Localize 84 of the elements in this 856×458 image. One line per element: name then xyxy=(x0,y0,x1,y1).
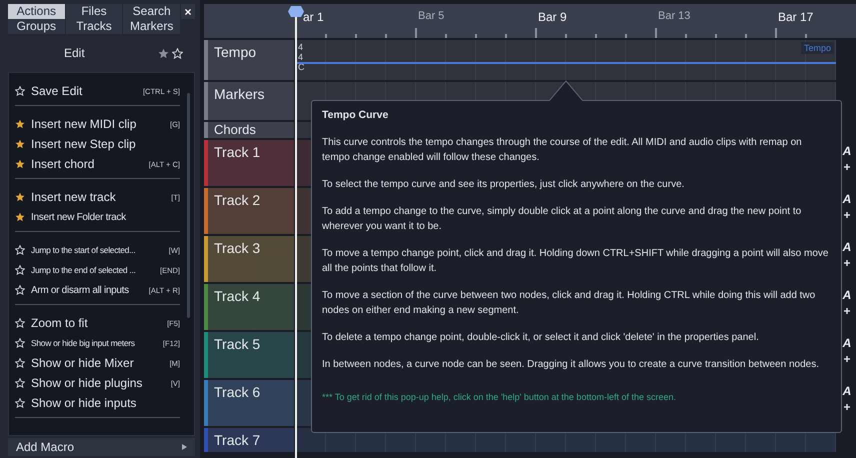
edit-label: Edit xyxy=(64,46,86,60)
track-header[interactable]: Track 7 xyxy=(204,428,294,452)
automation-button[interactable]: A xyxy=(842,192,852,206)
action-item[interactable]: Save Edit xyxy=(31,84,137,98)
tab[interactable]: Markers xyxy=(123,19,180,34)
action-item[interactable]: Insert new Folder track xyxy=(31,212,180,222)
popup-title: Tempo Curve xyxy=(322,108,390,123)
action-item[interactable]: Insert chord xyxy=(31,157,143,171)
action-item[interactable]: Insert new track xyxy=(31,190,166,204)
bar-label: ar 1 xyxy=(303,10,324,24)
tempo-value: C xyxy=(298,62,304,72)
add-button[interactable]: + xyxy=(843,400,850,414)
star-outline-icon[interactable] xyxy=(15,265,25,275)
action-item[interactable]: Insert new MIDI clip xyxy=(31,117,164,131)
help-paragraph: To delete a tempo change point, double-click it, or select it and click 'delete' in the properties panel. xyxy=(322,331,760,345)
star-outline-icon[interactable] xyxy=(15,245,25,255)
tempo-header[interactable]: Tempo xyxy=(204,40,294,80)
star-icon[interactable] xyxy=(15,139,25,149)
bar-label: Bar 5 xyxy=(418,10,444,22)
automation-button[interactable]: A xyxy=(842,240,852,254)
help-paragraph: In between nodes, a curve node can be seen. Dragging it allows you to create a curve transition between nodes. xyxy=(322,358,820,372)
tempo-value: 4 xyxy=(298,42,304,52)
action-item[interactable]: Show or hide big input meters xyxy=(31,338,157,348)
star-icon[interactable] xyxy=(15,212,25,222)
star-outline-icon[interactable] xyxy=(15,86,25,96)
playhead-marker-icon[interactable] xyxy=(288,6,304,17)
tab[interactable]: Search xyxy=(123,4,180,19)
bar-label: Bar 9 xyxy=(538,10,567,24)
caret-icon xyxy=(182,444,187,450)
help-paragraph: To add a tempo change to the curve, simply double click at a point along the curve and drag the new point to wherever you want it to be. xyxy=(322,205,802,234)
star-outline-icon[interactable] xyxy=(15,338,25,348)
automation-button[interactable]: A xyxy=(842,144,852,158)
close-button[interactable]: × xyxy=(181,4,195,19)
add-macro-button[interactable]: Add Macro xyxy=(8,438,195,456)
markers-header[interactable]: Markers xyxy=(204,82,294,120)
action-item[interactable]: Jump to the start of selected... xyxy=(31,245,163,255)
timeline-ruler[interactable]: ar 1 Bar 5 Bar 9 Bar 13 Bar 17 xyxy=(204,4,856,38)
star-outline-icon[interactable] xyxy=(15,398,25,408)
action-item[interactable]: Show or hide plugins xyxy=(31,376,165,390)
star-outline-icon[interactable] xyxy=(15,285,25,295)
track-header[interactable]: Track 2 xyxy=(204,188,294,234)
star-outline-icon[interactable] xyxy=(15,378,25,388)
help-paragraph: To move a section of the curve between two nodes, click and drag it. Holding CTRL while doing this will add two nodes on either end making a new segment. xyxy=(322,289,816,318)
track-header[interactable]: Track 1 xyxy=(204,140,294,186)
track-header[interactable]: Track 3 xyxy=(204,236,294,282)
star-outline-icon[interactable] xyxy=(15,358,25,368)
add-button[interactable]: + xyxy=(843,256,850,270)
tempo-lane[interactable]: 4 4 C Tempo xyxy=(296,40,836,80)
scrollbar[interactable] xyxy=(187,93,190,318)
chords-header[interactable]: Chords xyxy=(204,122,294,138)
star-icon[interactable] xyxy=(15,192,25,202)
star-icon[interactable] xyxy=(158,48,169,58)
add-button[interactable]: + xyxy=(843,160,850,174)
add-button[interactable]: + xyxy=(843,304,850,318)
action-item[interactable]: Insert new Step clip xyxy=(31,137,180,151)
bar-label: Bar 13 xyxy=(658,10,690,22)
help-paragraph: To select the tempo curve and see its properties, just click anywhere on the curve. xyxy=(322,178,686,192)
help-paragraph: To move a tempo change point, click and drag it. Holding down CTRL+SHIFT while dragging a point will also move all the points that follow it. xyxy=(322,247,830,276)
track-header[interactable]: Track 5 xyxy=(204,332,294,378)
tab[interactable]: Actions xyxy=(8,4,65,19)
help-paragraph: This curve controls the tempo changes through the course of the edit. All MIDI and audio clips with remap on tempo change enabled will follow these changes. xyxy=(322,136,803,165)
tab[interactable]: Tracks xyxy=(66,19,122,34)
action-item[interactable]: Jump to the end of selected ... xyxy=(31,265,154,275)
action-item[interactable]: Zoom to fit xyxy=(31,316,162,330)
action-item[interactable]: Arm or disarm all inputs xyxy=(31,284,143,296)
star-icon[interactable] xyxy=(15,159,25,169)
automation-button[interactable]: A xyxy=(842,336,852,350)
track-header[interactable]: Track 6 xyxy=(204,380,294,426)
action-item[interactable]: Show or hide inputs xyxy=(31,396,180,410)
action-item[interactable]: Show or hide Mixer xyxy=(31,356,164,370)
track-header[interactable]: Track 4 xyxy=(204,284,294,330)
star-icon[interactable] xyxy=(15,119,25,129)
star-outline-icon[interactable] xyxy=(15,318,25,328)
add-button[interactable]: + xyxy=(843,352,850,366)
add-button[interactable]: + xyxy=(843,208,850,222)
help-footer: *** To get rid of this pop-up help, click on the 'help' button at the bottom-left of the screen. xyxy=(322,390,831,405)
automation-button[interactable]: A xyxy=(842,384,852,398)
tempo-value: 4 xyxy=(298,52,304,62)
tab[interactable]: Files xyxy=(66,4,122,19)
star-outline-icon[interactable] xyxy=(172,48,183,58)
bar-label: Bar 17 xyxy=(778,10,814,24)
curve-label: Tempo xyxy=(800,42,834,54)
tab[interactable]: Groups xyxy=(8,19,65,34)
automation-button[interactable]: A xyxy=(842,288,852,302)
